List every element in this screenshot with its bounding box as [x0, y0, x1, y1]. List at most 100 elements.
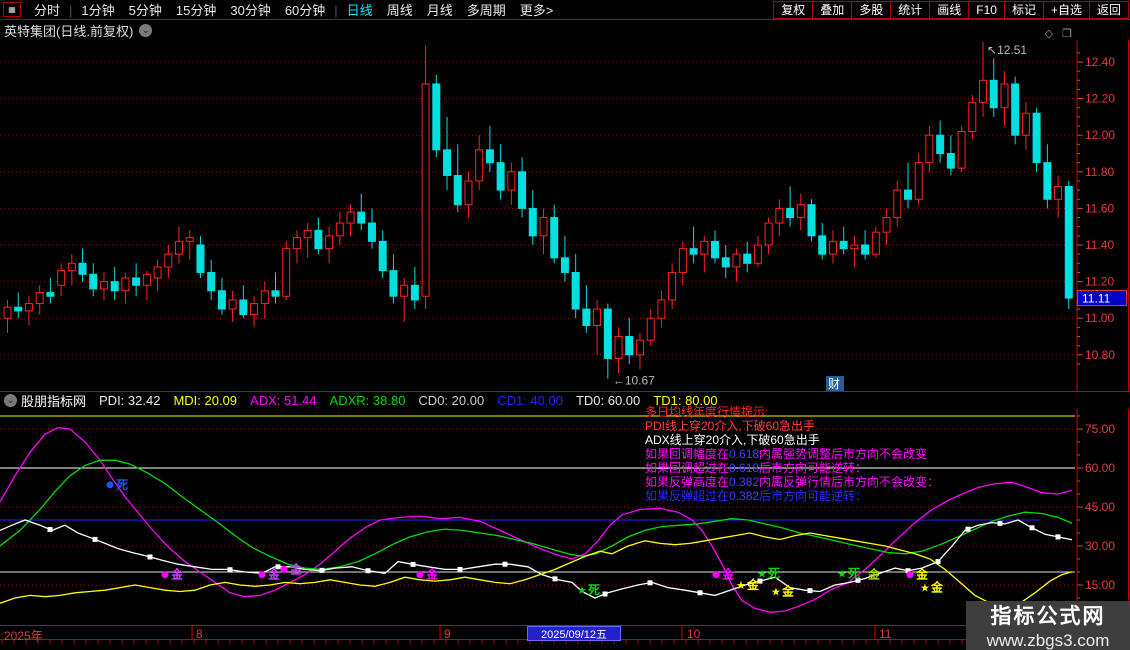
period-tab-3[interactable]: 15分钟	[169, 3, 223, 18]
svg-text:财: 财	[828, 377, 840, 391]
btn-tongji[interactable]: 统计	[890, 1, 930, 19]
period-tab-5[interactable]: 60分钟	[278, 3, 332, 18]
indicator-annotation-line: 如果反弹高度在0.382内属反弹行情后市方向不会改变：	[645, 475, 939, 489]
symbol-title: 英特集团(日线.前复权)	[4, 21, 133, 40]
indicator-header: ⌄ 股朋指标网 PDI: 32.42 MDI: 20.09 ADX: 51.44 AD…	[0, 392, 1130, 409]
indicator-annotations: 多日均线年度行情提示:PDI线上穿20介入,下破60急出手ADX线上穿20介入,…	[645, 405, 939, 503]
watermark: 指标公式网 www.zbgs3.com	[966, 601, 1130, 650]
date-axis-label-1: 8	[196, 627, 203, 641]
indicator-annotation-line: 如果回调幅度在0.618内属强势调整后市方向不会改变	[645, 447, 939, 461]
svg-text:45.00: 45.00	[1085, 500, 1115, 514]
svg-text:金: 金	[781, 584, 795, 599]
svg-text:★: ★	[736, 580, 746, 592]
date-axis-label-0: 2025年	[4, 627, 43, 644]
period-tab-1[interactable]: 1分钟	[74, 3, 121, 18]
layout-icon[interactable]: ▦	[3, 2, 21, 17]
svg-text:11.40: 11.40	[1085, 238, 1114, 252]
period-tab-10[interactable]: 更多>	[513, 3, 561, 18]
svg-text:金: 金	[170, 567, 184, 582]
svg-text:10.80: 10.80	[1085, 348, 1115, 362]
svg-text:12.00: 12.00	[1085, 128, 1115, 142]
candles-layer	[4, 42, 1072, 379]
indicator-value-adx: ADX: 51.44	[250, 393, 317, 408]
indicator-name: 股朋指标网	[21, 391, 86, 410]
title-bar: 英特集团(日线.前复权) ⌄ ◇❐	[0, 21, 1130, 40]
indicator-chart: 75.0060.0045.0030.0015.00死金金金金★死金★金★死★金★…	[0, 409, 1130, 625]
svg-text:↖12.51: ↖12.51	[987, 43, 1027, 57]
svg-text:15.00: 15.00	[1085, 578, 1115, 592]
btn-f10[interactable]: F10	[968, 1, 1005, 19]
series-pdi	[0, 520, 1072, 598]
period-tabs: 分时|1分钟5分钟15分钟30分钟60分钟|日线周线月线多周期更多>	[27, 0, 560, 19]
svg-text:金: 金	[930, 580, 944, 595]
btn-biaoji[interactable]: 标记	[1004, 1, 1044, 19]
indicator-annotation-line: 如果回调超过在0.618后市方向可能逆转：	[645, 461, 939, 475]
indicator-value-pdi: PDI: 32.42	[99, 393, 160, 408]
svg-text:11.20: 11.20	[1085, 275, 1114, 289]
period-tab-8[interactable]: 月线	[420, 3, 460, 18]
period-tab-6[interactable]: 日线	[340, 3, 380, 18]
btn-huaxian[interactable]: 画线	[929, 1, 969, 19]
svg-text:11.00: 11.00	[1085, 311, 1114, 325]
date-axis-label-4: 11	[879, 627, 891, 641]
svg-text:死: 死	[588, 583, 600, 597]
indicator-annotation-line: 多日均线年度行情提示:	[645, 405, 939, 419]
svg-text:金: 金	[915, 567, 929, 582]
btn-diejia[interactable]: 叠加	[812, 1, 852, 19]
svg-text:★: ★	[837, 568, 847, 580]
indicator-value-cd1: CD1: 40.00	[497, 393, 563, 408]
date-axis-label-3: 10	[687, 627, 700, 641]
svg-text:12.20: 12.20	[1085, 92, 1115, 106]
watermark-url: www.zbgs3.com	[987, 631, 1110, 650]
svg-text:12.40: 12.40	[1085, 55, 1115, 69]
toolbar-divider: |	[332, 3, 339, 18]
svg-text:金: 金	[267, 567, 281, 582]
diamond-icon[interactable]: ◇	[1045, 28, 1053, 40]
btn-fuquan[interactable]: 复权	[773, 1, 813, 19]
svg-text:死: 死	[116, 478, 128, 492]
indicator-value-adxr: ADXR: 38.80	[330, 393, 406, 408]
svg-text:11.80: 11.80	[1085, 165, 1114, 179]
toolbar: ▦ 分时|1分钟5分钟15分钟30分钟60分钟|日线周线月线多周期更多> 复权叠…	[0, 0, 1130, 20]
btn-zixuan[interactable]: +自选	[1043, 1, 1090, 19]
indicator-value-cd0: CD0: 20.00	[418, 393, 484, 408]
btn-duogu[interactable]: 多股	[851, 1, 891, 19]
svg-text:金: 金	[425, 567, 439, 582]
period-tab-2[interactable]: 5分钟	[122, 3, 169, 18]
svg-text:11.11: 11.11	[1082, 292, 1111, 306]
svg-text:75.00: 75.00	[1085, 422, 1115, 436]
svg-text:★: ★	[757, 568, 767, 580]
app-window: ▦ 分时|1分钟5分钟15分钟30分钟60分钟|日线周线月线多周期更多> 复权叠…	[0, 0, 1130, 650]
toolbar-right-buttons: 复权叠加多股统计画线F10标记+自选返回	[774, 1, 1129, 19]
period-tab-4[interactable]: 30分钟	[223, 3, 277, 18]
btn-fanhui[interactable]: 返回	[1089, 1, 1129, 19]
chart-corner-icons: ◇❐	[1036, 27, 1072, 40]
svg-text:★: ★	[771, 587, 781, 599]
indicator-annotation-line: PDI线上穿20介入,下破60急出手	[645, 419, 939, 433]
period-tab-9[interactable]: 多周期	[460, 3, 513, 18]
svg-text:60.00: 60.00	[1085, 461, 1115, 475]
chevron-down-icon[interactable]: ⌄	[139, 24, 152, 37]
svg-text:死: 死	[848, 566, 860, 580]
svg-text:★: ★	[577, 585, 587, 597]
indicator-annotation-line: 如果反弹超过在0.382后市方向可能逆转：	[645, 489, 939, 503]
indicator-value-td0: TD0: 60.00	[576, 393, 640, 408]
panel-icon[interactable]: ❐	[1062, 28, 1072, 40]
svg-text:金: 金	[867, 567, 881, 582]
chevron-down-icon[interactable]: ⌄	[4, 394, 17, 407]
svg-text:30.00: 30.00	[1085, 539, 1115, 553]
watermark-title: 指标公式网	[991, 600, 1106, 630]
indicator-values: PDI: 32.42 MDI: 20.09 ADX: 51.44 ADXR: 38.8…	[99, 393, 731, 408]
svg-text:金: 金	[289, 561, 303, 576]
svg-text:11.60: 11.60	[1085, 201, 1114, 215]
candlestick-chart: 12.40 12.20 12.00 11.80 11.60 11.40 11.20 11.00…	[0, 40, 1130, 392]
indicator-annotation-line: ADX线上穿20介入,下破60急出手	[645, 433, 939, 447]
period-tab-7[interactable]: 周线	[380, 3, 420, 18]
indicator-value-mdi: MDI: 20.09	[173, 393, 237, 408]
selected-date-badge[interactable]: 2025/09/12五	[527, 626, 621, 641]
period-tab-0[interactable]: 分时	[27, 3, 67, 18]
svg-text:死: 死	[768, 566, 780, 580]
date-axis-label-2: 9	[444, 627, 451, 641]
svg-text:★: ★	[920, 583, 930, 595]
svg-text:←10.67: ←10.67	[613, 374, 655, 388]
